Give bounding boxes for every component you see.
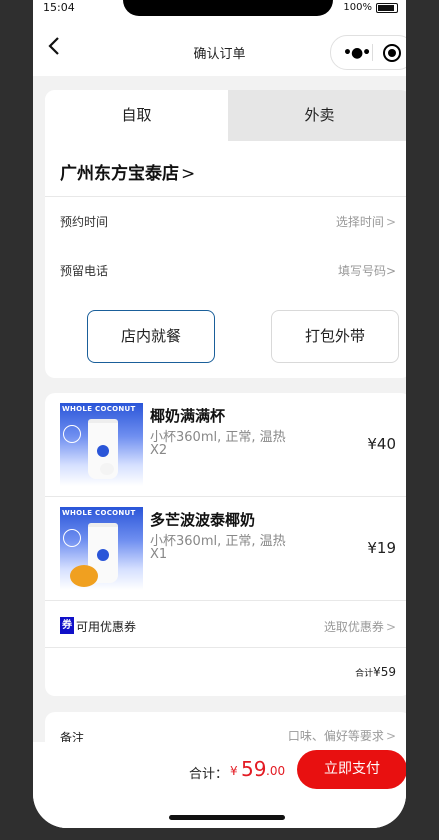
divider	[45, 647, 406, 648]
order-mode-card: 自取 外卖 广州东方宝泰店 > 预约时间 选择时间 > 预留电话 填写号码> 店内就…	[45, 90, 406, 378]
subtotal-label: 合计	[355, 669, 374, 679]
tab-pickup[interactable]: 自取	[45, 90, 228, 141]
coconut-icon	[100, 463, 114, 475]
reserve-time-label: 预约时间	[60, 215, 109, 229]
list-item: WHOLE COCONUT 椰奶满满杯 小杯360ml, 正常, 温热 X2 ¥…	[45, 393, 406, 497]
battery-percent: 100%	[343, 2, 372, 13]
nav-bar: 确认订单 •●•	[33, 18, 406, 76]
close-program-icon[interactable]	[383, 44, 401, 62]
battery-icon	[376, 2, 398, 13]
status-bar: 15:04 100%	[33, 0, 406, 18]
notch	[123, 0, 333, 16]
status-time: 15:04	[43, 1, 75, 14]
total-label: 合计：	[189, 767, 229, 782]
coupon-picker[interactable]: 选取优惠券 >	[324, 618, 396, 635]
reserve-time-value: 选择时间	[335, 215, 384, 229]
chevron-right-icon: >	[385, 620, 396, 634]
item-price: ¥40	[367, 435, 396, 453]
coupon-icon: 券	[60, 617, 74, 634]
tab-delivery[interactable]: 外卖	[228, 90, 406, 141]
product-image-brand: WHOLE COCONUT	[62, 509, 136, 517]
phone-input[interactable]: 填写号码>	[338, 262, 396, 279]
dine-in-button[interactable]: 店内就餐	[87, 310, 215, 363]
store-name: 广州东方宝泰店	[60, 164, 179, 184]
item-qty: X2	[150, 443, 168, 458]
cup-logo-icon	[97, 445, 109, 457]
coupon-value: 选取优惠券	[323, 620, 384, 634]
pay-now-button[interactable]: 立即支付	[297, 750, 406, 789]
reserve-time-picker[interactable]: 选择时间 >	[336, 213, 396, 230]
item-name: 多芒波波泰椰奶	[150, 511, 256, 529]
coupon-label: 可用优惠券	[76, 620, 137, 634]
badge-icon	[63, 529, 81, 547]
remark-placeholder: 口味、偏好等要求	[287, 729, 384, 743]
mini-program-capsule: •●•	[330, 35, 406, 70]
status-right: 100%	[343, 2, 398, 13]
cup-logo-icon	[97, 549, 109, 561]
item-spec: 小杯360ml, 正常, 温热	[150, 534, 286, 549]
store-selector[interactable]: 广州东方宝泰店 >	[60, 159, 195, 184]
item-qty: X1	[150, 547, 168, 562]
phone-screen: 15:04 100% 确认订单 •●• 自取 外卖 广州东方宝泰店 > 预约时间 …	[33, 0, 406, 828]
divider	[45, 196, 406, 197]
chevron-right-icon: >	[385, 729, 396, 743]
item-name: 椰奶满满杯	[150, 407, 226, 425]
list-item: WHOLE COCONUT 多芒波波泰椰奶 小杯360ml, 正常, 温热 X1…	[45, 497, 406, 601]
mango-icon	[70, 565, 98, 587]
total-decimal: .00	[266, 764, 286, 778]
order-items-card: WHOLE COCONUT 椰奶满满杯 小杯360ml, 正常, 温热 X2 ¥…	[45, 393, 406, 696]
item-price: ¥19	[367, 539, 396, 557]
product-image-brand: WHOLE COCONUT	[62, 405, 136, 413]
total-amount: 59	[241, 757, 267, 781]
subtotal-amount: ¥59	[373, 665, 396, 679]
phone-label: 预留电话	[60, 264, 109, 278]
subtotal: 合计¥59	[355, 665, 396, 679]
checkout-bar: 合计： ¥ 59 .00 立即支付	[33, 742, 406, 828]
item-spec: 小杯360ml, 正常, 温热	[150, 430, 286, 445]
home-indicator	[169, 815, 285, 820]
chevron-right-icon: >	[385, 215, 396, 229]
store-chevron-icon: >	[181, 164, 196, 184]
total-currency: ¥	[230, 764, 238, 778]
order-mode-tabs: 自取 外卖	[45, 90, 406, 141]
badge-icon	[63, 425, 81, 443]
divider	[45, 600, 406, 601]
capsule-divider	[372, 44, 373, 61]
product-image: WHOLE COCONUT	[60, 403, 143, 486]
takeout-button[interactable]: 打包外带	[271, 310, 399, 363]
product-image: WHOLE COCONUT	[60, 507, 143, 590]
more-menu-icon[interactable]: •●•	[343, 45, 371, 61]
